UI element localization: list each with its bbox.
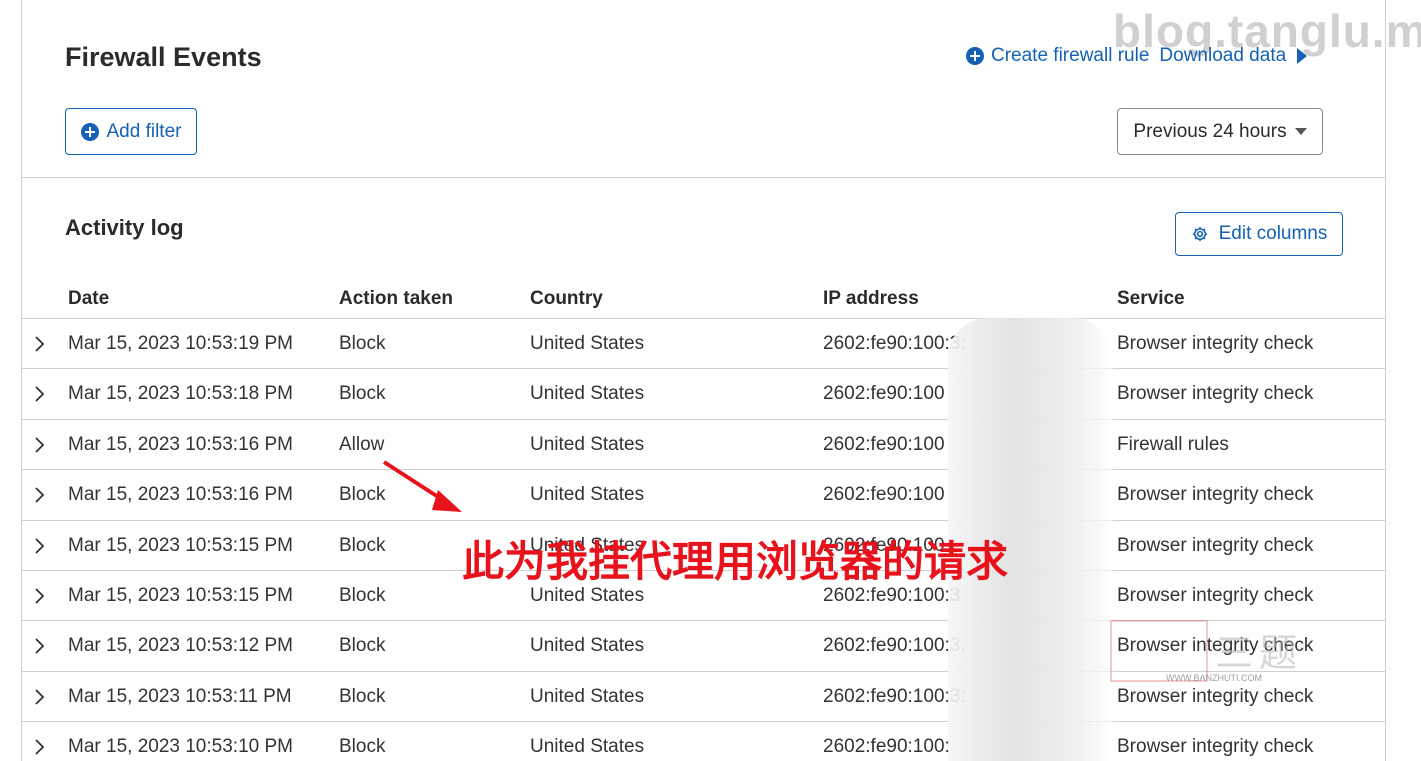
row-date: Mar 15, 2023 10:53:18 PM: [68, 383, 293, 405]
row-action: Block: [339, 584, 386, 606]
row-country: United States: [530, 736, 645, 758]
chevron-right-icon[interactable]: [32, 688, 48, 706]
page-title: Firewall Events: [65, 42, 262, 72]
row-action: Block: [339, 685, 386, 707]
row-service: Browser integrity check: [1117, 484, 1314, 506]
row-service: Browser integrity check: [1117, 584, 1314, 606]
row-action: Allow: [339, 433, 385, 455]
chevron-right-icon[interactable]: [32, 486, 48, 504]
row-country: United States: [530, 484, 645, 506]
row-date: Mar 15, 2023 10:53:12 PM: [68, 635, 293, 657]
column-header-service[interactable]: Service: [1117, 288, 1185, 310]
row-service: Firewall rules: [1117, 433, 1229, 455]
table-row[interactable]: Mar 15, 2023 10:53:18 PM Block United St…: [22, 369, 1385, 420]
add-filter-label: Add filter: [106, 120, 182, 142]
row-ip: 2602:fe90:100:3:: [823, 333, 966, 354]
caret-right-icon: [1297, 48, 1308, 64]
chevron-right-icon[interactable]: [32, 587, 48, 605]
row-action: Block: [339, 736, 386, 758]
table-row[interactable]: Mar 15, 2023 10:53:19 PM Block United St…: [22, 319, 1385, 370]
table-row[interactable]: Mar 15, 2023 10:53:10 PM Block United St…: [22, 722, 1385, 761]
row-country: United States: [530, 433, 645, 455]
chevron-right-icon[interactable]: [32, 385, 48, 403]
row-date: Mar 15, 2023 10:53:19 PM: [68, 333, 293, 354]
time-range-value: Previous 24 hours: [1133, 120, 1287, 142]
row-action: Block: [339, 383, 386, 405]
row-service: Browser integrity check: [1117, 383, 1314, 405]
row-action: Block: [339, 333, 386, 354]
row-ip: 2602:fe90:100: [823, 383, 945, 405]
chevron-right-icon[interactable]: [32, 537, 48, 555]
table-header: Date Action taken Country IP address Ser…: [22, 278, 1385, 319]
row-ip: 2602:fe90:100: [823, 433, 945, 455]
annotation-text: 此为我挂代理用浏览器的请求: [462, 537, 1009, 586]
header-links: Create firewall rule Download data: [966, 45, 1308, 67]
row-action: Block: [339, 635, 386, 657]
chevron-right-icon[interactable]: [32, 335, 48, 353]
row-service: Browser integrity check: [1117, 736, 1314, 758]
row-date: Mar 15, 2023 10:53:15 PM: [68, 534, 293, 556]
header-section: Firewall Events Create firewall rule Dow…: [22, 0, 1385, 178]
plus-circle-icon: [966, 47, 984, 65]
edit-columns-label: Edit columns: [1218, 223, 1328, 244]
row-country: United States: [530, 333, 645, 354]
row-date: Mar 15, 2023 10:53:10 PM: [68, 736, 293, 758]
activity-log-title: Activity log: [65, 215, 184, 240]
red-arrow-icon: [382, 460, 462, 512]
row-country: United States: [530, 685, 645, 707]
row-action: Block: [339, 534, 386, 556]
download-data-label: Download data: [1159, 45, 1287, 66]
chevron-right-icon[interactable]: [32, 637, 48, 655]
row-action: Block: [339, 484, 386, 506]
row-ip: 2602:fe90:100: [823, 484, 945, 506]
row-date: Mar 15, 2023 10:53:11 PM: [68, 685, 292, 707]
download-data-link[interactable]: Download data: [1159, 45, 1308, 67]
create-firewall-rule-label: Create firewall rule: [991, 45, 1150, 66]
row-service: Browser integrity check: [1117, 685, 1314, 707]
caret-down-icon: [1294, 128, 1307, 135]
row-date: Mar 15, 2023 10:53:15 PM: [68, 584, 293, 606]
table-row[interactable]: Mar 15, 2023 10:53:16 PM Allow United St…: [22, 420, 1385, 471]
edit-columns-button[interactable]: Edit columns: [1175, 212, 1343, 256]
row-service: Browser integrity check: [1117, 333, 1314, 354]
create-firewall-rule-link[interactable]: Create firewall rule: [966, 45, 1149, 67]
table-row[interactable]: Mar 15, 2023 10:53:16 PM Block United St…: [22, 470, 1385, 521]
row-service: Browser integrity check: [1117, 534, 1314, 556]
stamp-text: 三题: [1215, 633, 1304, 675]
add-filter-button[interactable]: Add filter: [65, 108, 197, 155]
chevron-right-icon[interactable]: [32, 436, 48, 454]
plus-circle-icon: [80, 122, 99, 141]
row-date: Mar 15, 2023 10:53:16 PM: [68, 484, 293, 506]
gear-icon: [1192, 226, 1207, 242]
row-ip: 2602:fe90:100:3:: [823, 685, 966, 707]
stamp-url: WWW.BANZHUTI.COM: [1166, 673, 1262, 683]
row-date: Mar 15, 2023 10:53:16 PM: [68, 433, 293, 455]
row-country: United States: [530, 635, 645, 657]
column-header-date[interactable]: Date: [68, 288, 109, 310]
chevron-right-icon[interactable]: [32, 738, 48, 756]
column-header-country[interactable]: Country: [530, 288, 603, 310]
row-country: United States: [530, 383, 645, 405]
column-header-action[interactable]: Action taken: [339, 288, 453, 310]
row-ip: 2602:fe90:100:3.: [823, 635, 966, 657]
activity-log-table: Date Action taken Country IP address Ser…: [22, 278, 1385, 761]
column-header-ip[interactable]: IP address: [823, 288, 919, 310]
time-range-select[interactable]: Previous 24 hours: [1117, 108, 1323, 155]
row-ip: 2602:fe90:100:: [823, 736, 950, 758]
